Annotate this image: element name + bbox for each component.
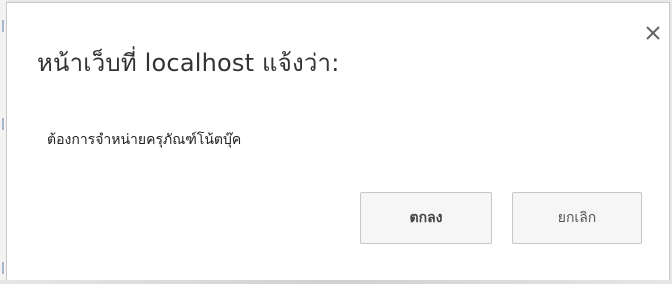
dialog-message: ต้องการจำหน่ายครุภัณฑ์โน้ตบุ๊ค (47, 132, 242, 148)
cancel-button[interactable]: ยกเลิก (512, 192, 642, 244)
edge-mark (2, 118, 4, 130)
alert-dialog: หน้าเว็บที่ localhost แจ้งว่า: ต้องการจำ… (6, 2, 670, 282)
close-button[interactable] (643, 23, 663, 43)
bottom-shadow (0, 280, 672, 284)
dialog-title: หน้าเว็บที่ localhost แจ้งว่า: (37, 49, 340, 77)
edge-mark (2, 262, 4, 274)
edge-mark (2, 20, 4, 32)
ok-button[interactable]: ตกลง (360, 192, 492, 244)
close-icon (646, 26, 660, 40)
